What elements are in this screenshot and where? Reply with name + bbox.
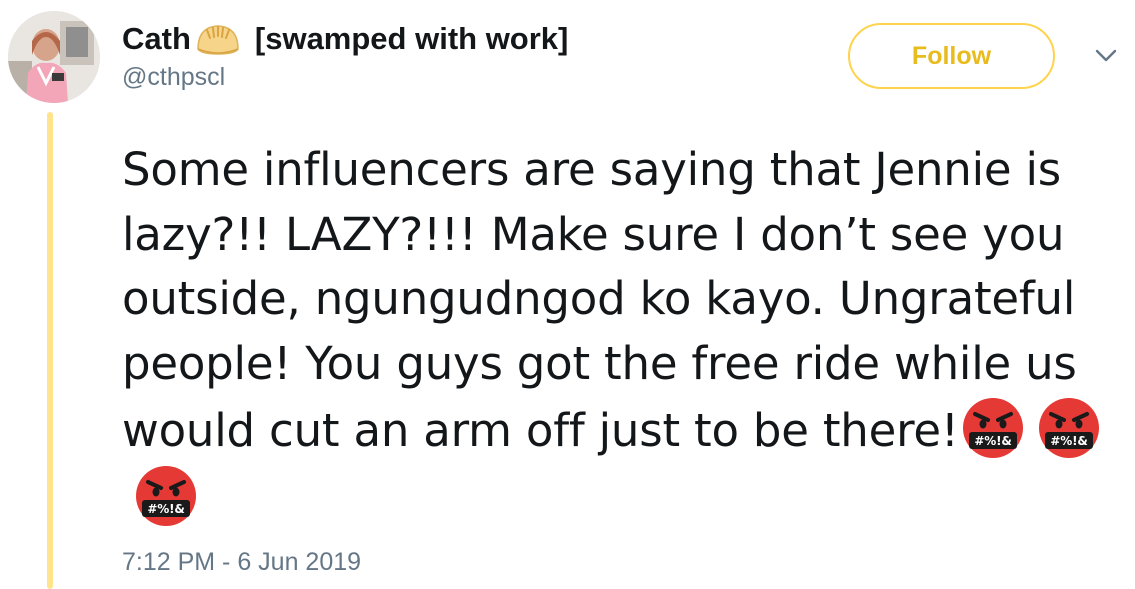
cursing-face-icon: #%!& xyxy=(961,396,1025,460)
thread-line xyxy=(47,112,53,589)
tweet-text: Some influencers are saying that Jennie … xyxy=(122,138,1127,531)
tweet-body: Some influencers are saying that Jennie … xyxy=(122,143,1077,457)
cursing-face-icon: #%!& xyxy=(134,464,198,528)
dumpling-icon xyxy=(195,21,241,57)
symbol-label: #%!& xyxy=(1050,434,1087,448)
author-display-name[interactable]: Cath xyxy=(122,21,191,57)
tweet-header: Cath [swamped with work] @cthpscl xyxy=(122,18,568,92)
avatar-image xyxy=(8,11,100,103)
chevron-down-icon[interactable] xyxy=(1094,48,1118,64)
author-handle[interactable]: @cthpscl xyxy=(122,63,568,92)
name-row: Cath [swamped with work] xyxy=(122,18,568,60)
tweet-timestamp[interactable]: 7:12 PM - 6 Jun 2019 xyxy=(122,548,361,577)
symbol-label: #%!& xyxy=(974,434,1011,448)
cursing-face-icon: #%!& xyxy=(1037,396,1101,460)
author-status-suffix[interactable]: [swamped with work] xyxy=(255,21,568,57)
avatar[interactable] xyxy=(8,11,100,103)
follow-button[interactable]: Follow xyxy=(848,23,1055,89)
symbol-label: #%!& xyxy=(147,502,184,516)
